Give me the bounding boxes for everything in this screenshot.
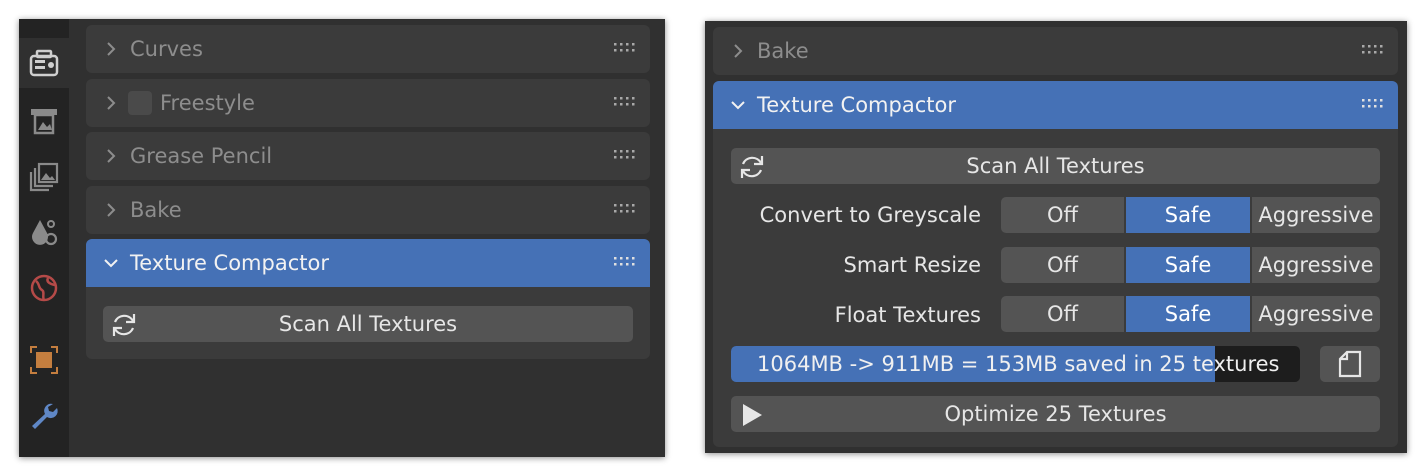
button-label: Optimize 25 Textures (944, 402, 1167, 426)
panel-label: Texture Compactor (757, 93, 956, 117)
world-properties-icon (30, 274, 58, 302)
panel-label: Texture Compactor (130, 251, 329, 275)
panel-label: Curves (130, 37, 203, 61)
panel-bake[interactable]: Bake (86, 186, 650, 234)
properties-tab-bar (19, 19, 69, 457)
scan-all-textures-button[interactable]: Scan All Textures (731, 148, 1380, 184)
float-textures-off-option[interactable]: Off (1001, 296, 1124, 332)
drag-handle-icon[interactable] (614, 204, 636, 214)
output-properties-icon (31, 109, 57, 135)
float-textures-mode-selector: Off Safe Aggressive (1001, 296, 1380, 332)
tab-modifiers[interactable] (19, 391, 69, 441)
chevron-down-icon (104, 259, 118, 268)
drag-handle-icon[interactable] (614, 43, 636, 53)
greyscale-safe-option[interactable]: Safe (1126, 197, 1250, 233)
panel-texture-compactor: Texture Compactor Scan All Textures Conv… (713, 81, 1398, 447)
tab-output[interactable] (19, 95, 69, 145)
panel-bake[interactable]: Bake (713, 27, 1398, 75)
greyscale-aggressive-option[interactable]: Aggressive (1252, 197, 1380, 233)
panel-label: Grease Pencil (130, 144, 273, 168)
tab-object[interactable] (19, 335, 69, 385)
smart-resize-aggressive-option[interactable]: Aggressive (1252, 247, 1380, 283)
modifier-wrench-icon (32, 403, 58, 429)
drag-handle-icon[interactable] (614, 97, 636, 107)
object-properties-icon (30, 346, 58, 374)
drag-handle-icon[interactable] (614, 257, 636, 267)
button-label: Scan All Textures (278, 312, 458, 336)
refresh-icon (112, 314, 136, 336)
panel-header[interactable]: Texture Compactor (86, 239, 650, 287)
new-file-button[interactable] (1320, 346, 1380, 382)
savings-progress-bar: 1064MB -> 911MB = 153MB saved in 25 text… (731, 346, 1300, 382)
chevron-right-icon (107, 96, 116, 110)
greyscale-label: Convert to Greyscale (759, 203, 981, 227)
chevron-down-icon (731, 101, 745, 110)
panel-grease-pencil[interactable]: Grease Pencil (86, 132, 650, 180)
drag-handle-icon[interactable] (1362, 99, 1384, 109)
chevron-right-icon (107, 149, 116, 163)
render-properties-icon (29, 49, 59, 77)
greyscale-mode-selector: Off Safe Aggressive (1001, 197, 1380, 233)
smart-resize-off-option[interactable]: Off (1001, 247, 1124, 283)
panel-header[interactable]: Freestyle (86, 79, 650, 127)
panel-header[interactable]: Bake (713, 27, 1398, 75)
smart-resize-mode-selector: Off Safe Aggressive (1001, 247, 1380, 283)
panel-header[interactable]: Bake (86, 186, 650, 234)
panel-texture-compactor: Texture Compactor Scan All Textures (86, 239, 650, 359)
float-textures-aggressive-option[interactable]: Aggressive (1252, 296, 1380, 332)
chevron-right-icon (734, 44, 743, 58)
tab-render[interactable] (19, 38, 69, 88)
button-label: Scan All Textures (966, 154, 1145, 178)
refresh-icon (740, 156, 764, 178)
panel-header[interactable]: Curves (86, 25, 650, 73)
drag-handle-icon[interactable] (614, 150, 636, 160)
panel-label: Bake (130, 198, 182, 222)
progress-text: 1064MB -> 911MB = 153MB saved in 25 text… (757, 352, 1280, 376)
panel-freestyle[interactable]: Freestyle (86, 79, 650, 127)
properties-editor-right: Bake Texture Compactor Scan All Textures… (705, 21, 1407, 453)
panel-curves[interactable]: Curves (86, 25, 650, 73)
freestyle-checkbox[interactable] (128, 91, 152, 115)
view-layer-properties-icon (29, 162, 59, 192)
scan-all-textures-button[interactable]: Scan All Textures (103, 306, 633, 342)
panel-label: Bake (757, 39, 809, 63)
play-icon (743, 404, 762, 426)
panel-label: Freestyle (160, 91, 255, 115)
tab-view-layer[interactable] (19, 151, 69, 201)
panel-header[interactable]: Texture Compactor (713, 81, 1398, 129)
tab-world[interactable] (19, 263, 69, 313)
new-file-icon (1338, 350, 1362, 378)
greyscale-off-option[interactable]: Off (1001, 197, 1124, 233)
panel-header[interactable]: Grease Pencil (86, 132, 650, 180)
chevron-right-icon (107, 42, 116, 56)
chevron-right-icon (107, 203, 116, 217)
smart-resize-label: Smart Resize (843, 253, 981, 277)
properties-editor-left: Curves Freestyle Grease Pencil Bake Text… (19, 19, 665, 457)
optimize-textures-button[interactable]: Optimize 25 Textures (731, 396, 1380, 432)
drag-handle-icon[interactable] (1362, 45, 1384, 55)
tab-scene[interactable] (19, 207, 69, 257)
float-textures-label: Float Textures (834, 303, 981, 327)
smart-resize-safe-option[interactable]: Safe (1126, 247, 1250, 283)
scene-properties-icon (31, 220, 58, 246)
float-textures-safe-option[interactable]: Safe (1126, 296, 1250, 332)
